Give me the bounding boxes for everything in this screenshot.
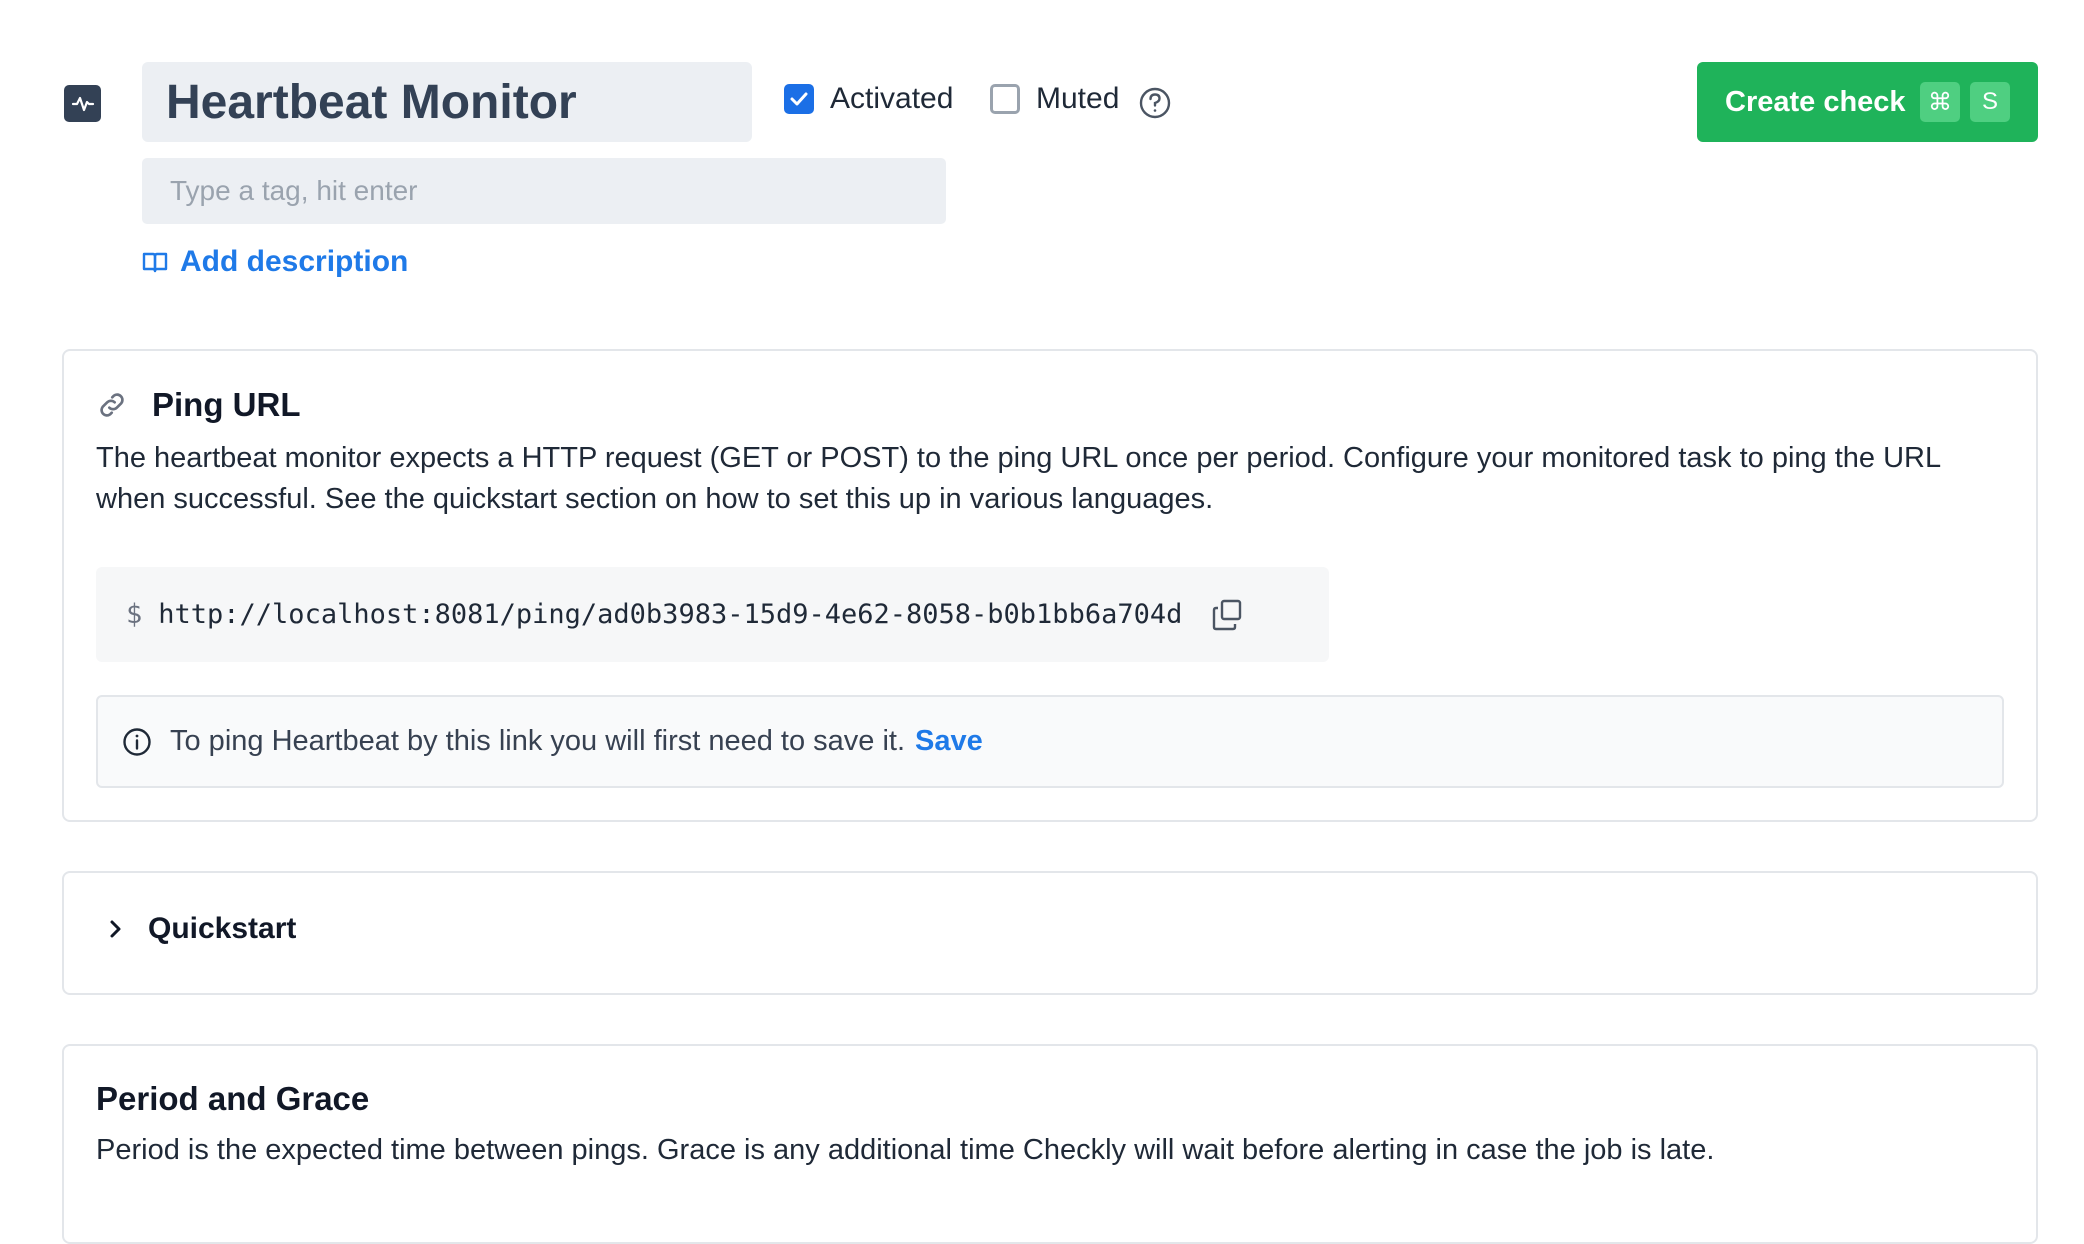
tag-input[interactable]	[142, 158, 946, 224]
question-circle-icon[interactable]	[1138, 86, 1172, 125]
check-name-text: Heartbeat Monitor	[166, 75, 577, 129]
period-grace-title: Period and Grace	[96, 1080, 370, 1117]
s-key: S	[1970, 82, 2010, 122]
shell-prompt: $	[126, 599, 143, 630]
create-check-button[interactable]: Create check ⌘ S	[1697, 62, 2038, 142]
ping-url-description: The heartbeat monitor expects a HTTP req…	[96, 442, 1941, 515]
checkbox-unchecked-icon[interactable]	[990, 84, 1020, 114]
book-icon	[142, 252, 168, 273]
activated-checkbox[interactable]: Activated	[784, 82, 953, 116]
quickstart-title: Quickstart	[148, 912, 297, 945]
quickstart-toggle[interactable]: Quickstart	[106, 912, 296, 946]
ping-url-title: Ping URL	[152, 386, 301, 423]
save-link[interactable]: Save	[915, 725, 983, 758]
link-icon	[100, 393, 124, 417]
checkbox-checked-icon[interactable]	[784, 84, 814, 114]
heartbeat-icon	[64, 85, 101, 122]
keyboard-shortcut: ⌘ S	[1920, 82, 2010, 122]
muted-checkbox[interactable]: Muted	[990, 82, 1119, 116]
chevron-right-icon	[110, 920, 121, 938]
activated-label: Activated	[830, 82, 954, 115]
quickstart-card[interactable]	[62, 871, 2038, 995]
ping-url-box: $ http://localhost:8081/ping/ad0b3983-15…	[96, 567, 1329, 662]
period-grace-description: Period is the expected time between ping…	[96, 1134, 1715, 1166]
save-notice: To ping Heartbeat by this link you will …	[96, 695, 2004, 788]
ping-url-text[interactable]: http://localhost:8081/ping/ad0b3983-15d9…	[158, 599, 1182, 630]
save-notice-text: To ping Heartbeat by this link you will …	[170, 725, 906, 757]
create-check-label: Create check	[1725, 85, 1906, 118]
ping-url-header: Ping URL	[96, 386, 300, 424]
add-description-label: Add description	[180, 245, 409, 278]
command-key: ⌘	[1920, 82, 1960, 122]
add-description-link[interactable]: Add description	[142, 242, 408, 282]
muted-label: Muted	[1036, 82, 1120, 115]
copy-icon[interactable]	[1210, 598, 1244, 632]
check-name-input[interactable]: Heartbeat Monitor	[142, 62, 752, 142]
info-icon	[123, 727, 151, 756]
